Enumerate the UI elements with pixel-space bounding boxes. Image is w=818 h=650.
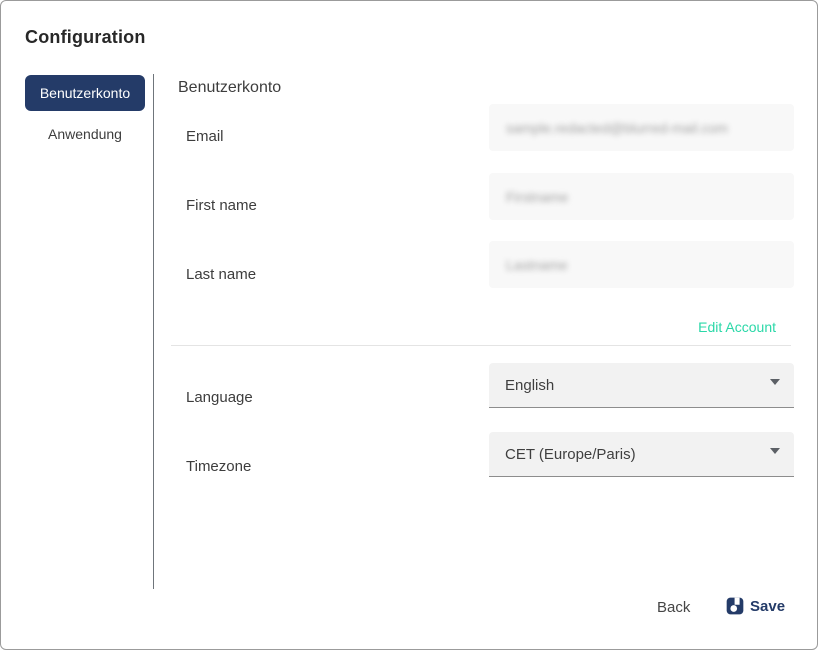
first-name-label: First name — [186, 197, 257, 214]
last-name-value-redacted: Lastname — [506, 257, 567, 273]
email-value-redacted: sample.redacted@blurred-mail.com — [506, 120, 728, 136]
section-heading: Benutzerkonto — [178, 79, 281, 97]
first-name-field[interactable]: Firstname — [489, 173, 794, 220]
chevron-down-icon — [770, 379, 780, 385]
first-name-value-redacted: Firstname — [506, 189, 568, 205]
language-select[interactable]: English — [489, 363, 794, 408]
timezone-select-value: CET (Europe/Paris) — [505, 446, 770, 463]
language-select-value: English — [505, 377, 770, 394]
timezone-label: Timezone — [186, 458, 251, 475]
sidebar-divider — [153, 74, 154, 589]
sidebar-tab-label: Anwendung — [48, 126, 122, 142]
save-button[interactable]: Save — [721, 594, 789, 618]
language-label: Language — [186, 389, 253, 406]
timezone-select[interactable]: CET (Europe/Paris) — [489, 432, 794, 477]
save-button-label: Save — [750, 598, 785, 615]
sidebar-tab-label: Benutzerkonto — [40, 85, 130, 101]
chevron-down-icon — [770, 448, 780, 454]
sidebar-tab-benutzerkonto[interactable]: Benutzerkonto — [25, 75, 145, 111]
edit-account-link[interactable]: Edit Account — [698, 319, 776, 335]
section-divider — [171, 345, 791, 346]
sidebar-tab-anwendung[interactable]: Anwendung — [25, 118, 145, 150]
configuration-dialog: Configuration Benutzerkonto Anwendung Be… — [0, 0, 818, 650]
back-button[interactable]: Back — [651, 597, 696, 618]
floppy-disk-save-icon — [725, 596, 745, 616]
email-field[interactable]: sample.redacted@blurred-mail.com — [489, 104, 794, 151]
dialog-title: Configuration — [25, 27, 146, 48]
last-name-field[interactable]: Lastname — [489, 241, 794, 288]
last-name-label: Last name — [186, 266, 256, 283]
email-label: Email — [186, 128, 224, 145]
